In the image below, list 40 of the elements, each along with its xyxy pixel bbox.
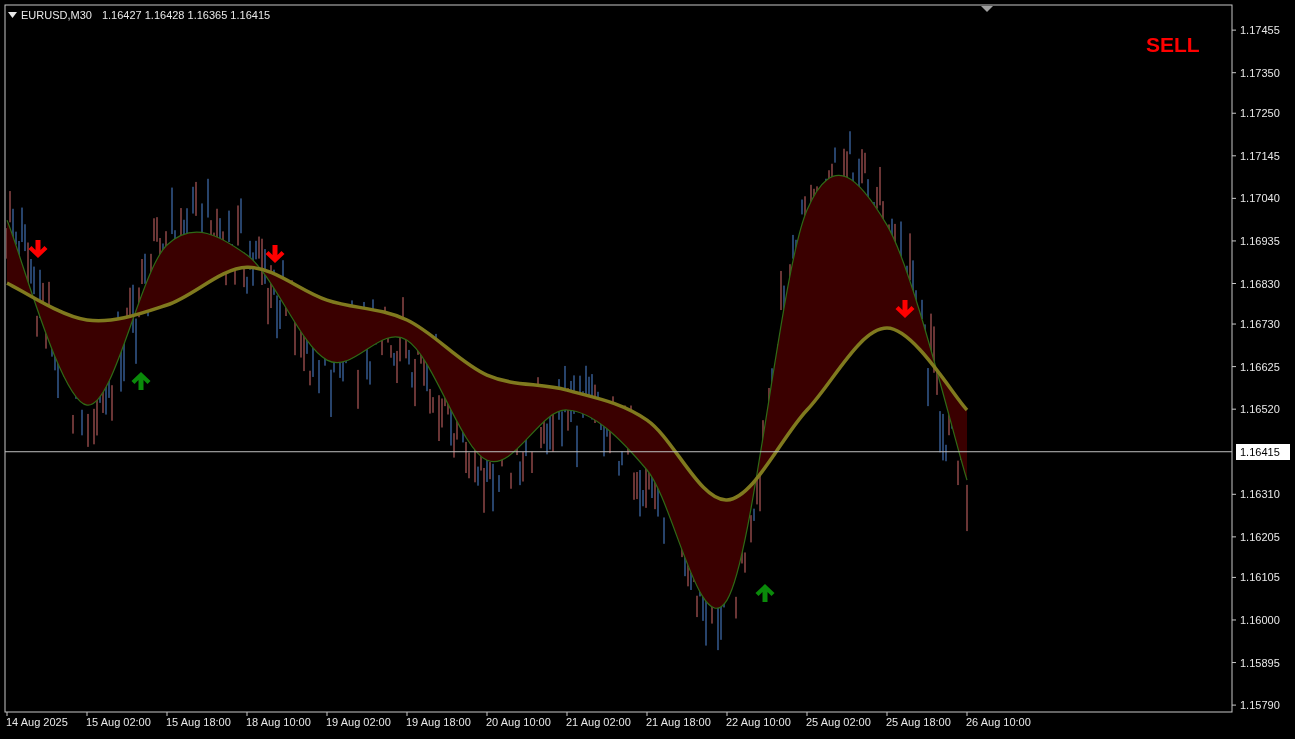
symbol-label: EURUSD,M30 <box>21 9 92 21</box>
price-axis-label: 1.16935 <box>1240 234 1280 247</box>
price-axis-label: 1.16625 <box>1240 360 1280 373</box>
price-axis-label: 1.16105 <box>1240 571 1280 584</box>
time-axis-label: 25 Aug 02:00 <box>806 716 871 728</box>
price-axis-label: 1.17040 <box>1240 192 1280 205</box>
dropdown-icon[interactable] <box>8 12 17 18</box>
price-axis-label: 1.16310 <box>1240 488 1280 501</box>
current-price-label: 1.16415 <box>1236 443 1290 460</box>
time-axis-label: 19 Aug 02:00 <box>326 716 391 728</box>
up-arrow-icon <box>131 372 151 390</box>
price-axis-label: 1.16000 <box>1240 614 1280 626</box>
time-axis-label: 15 Aug 18:00 <box>166 716 231 728</box>
price-axis-label: 1.15790 <box>1240 699 1280 712</box>
price-axis-label: 1.17455 <box>1240 24 1280 37</box>
price-axis-label: 1.16205 <box>1240 530 1280 543</box>
time-axis-label: 15 Aug 02:00 <box>86 716 151 728</box>
price-axis-label: 1.15895 <box>1240 656 1280 669</box>
time-axis-label: 21 Aug 18:00 <box>646 716 711 728</box>
up-arrow-icon <box>755 584 775 602</box>
time-axis-label: 18 Aug 10:00 <box>246 716 311 728</box>
time-axis-label: 14 Aug 2025 <box>6 716 68 728</box>
shift-marker-icon <box>981 6 993 12</box>
quote-label: 1.16427 1.16428 1.16365 1.16415 <box>101 9 271 21</box>
time-axis-label: 26 Aug 10:00 <box>966 716 1031 728</box>
time-axis-label: 22 Aug 10:00 <box>726 716 791 728</box>
time-axis-label: 19 Aug 18:00 <box>406 716 471 728</box>
down-arrow-icon <box>28 240 48 258</box>
price-axis-label: 1.17350 <box>1240 66 1280 79</box>
price-axis-label: 1.16520 <box>1240 403 1280 416</box>
time-axis-label: 25 Aug 18:00 <box>886 716 951 728</box>
down-arrow-icon <box>265 245 285 263</box>
price-axis-label: 1.16830 <box>1240 277 1280 290</box>
price-axis-label: 1.17145 <box>1240 149 1280 162</box>
time-axis-label: 21 Aug 02:00 <box>566 716 631 728</box>
price-axis-label: 1.16730 <box>1240 318 1280 331</box>
signal-label: SELL <box>1146 33 1200 57</box>
down-arrow-icon <box>895 300 915 318</box>
time-axis-label: 20 Aug 10:00 <box>486 716 551 728</box>
price-axis-label: 1.17250 <box>1240 107 1280 120</box>
